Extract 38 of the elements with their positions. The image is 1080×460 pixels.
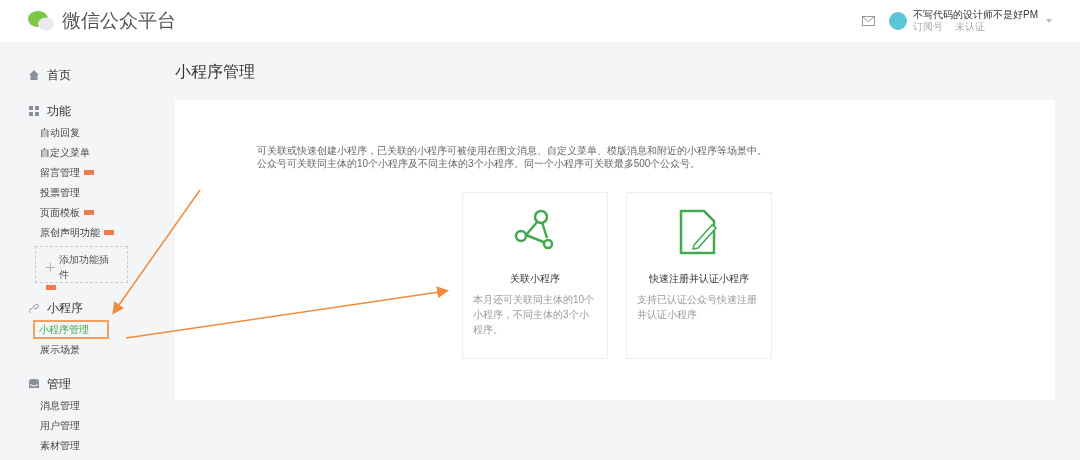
intro-text: 可关联或快速创建小程序，已关联的小程序可被使用在图文消息、自定义菜单、模版消息和附近的小程序等场景中。	[257, 144, 768, 157]
sidebar-item[interactable]: 用户管理	[40, 417, 80, 433]
grid-icon	[28, 105, 40, 117]
card-description: 本月还可关联同主体的10个小程序，不同主体的3个小程序。	[473, 293, 596, 337]
option-card[interactable]: 关联小程序 本月还可关联同主体的10个小程序，不同主体的3个小程序。	[462, 192, 608, 359]
page-title: 小程序管理	[175, 62, 256, 82]
sidebar-item[interactable]: 投票管理	[40, 184, 80, 200]
sidebar-item[interactable]: 素材管理	[40, 437, 80, 453]
sidebar-item[interactable]: 自动回复	[40, 124, 80, 140]
sidebar-item[interactable]: 展示场景	[40, 341, 80, 357]
sidebar-item[interactable]: 留言管理	[40, 164, 80, 180]
mail-icon[interactable]	[862, 16, 875, 26]
link-icon	[28, 302, 40, 314]
account-type: 订阅号	[913, 21, 943, 33]
home-icon	[28, 69, 40, 81]
add-plugin-label: 添加功能插件	[58, 253, 110, 282]
sidebar-item[interactable]: 原创声明功能	[40, 224, 100, 240]
sidebar-section-title[interactable]: 管理	[47, 375, 71, 393]
sidebar-item[interactable]: 自定义菜单	[40, 144, 90, 160]
sidebar-section-title[interactable]: 小程序	[47, 299, 83, 317]
card-title: 快速注册并认证小程序	[649, 272, 749, 286]
inbox-icon	[28, 378, 40, 390]
option-card[interactable]: 快速注册并认证小程序 支持已认证公众号快速注册并认证小程序	[626, 192, 772, 359]
card-description: 支持已认证公众号快速注册并认证小程序	[637, 293, 758, 322]
sidebar-section-title[interactable]: 首页	[47, 66, 71, 84]
sidebar-section-title[interactable]: 功能	[47, 102, 71, 120]
intro-text: 公众号可关联同主体的10个小程序及不同主体的3个小程序。同一个小程序可关联最多500个公众号。	[257, 157, 702, 170]
avatar[interactable]	[889, 12, 907, 30]
plus-icon	[46, 262, 55, 272]
caret-icon[interactable]	[1046, 19, 1052, 23]
account-name[interactable]: 不写代码的设计师不是好PM	[913, 9, 1038, 21]
verify-status: 未认证	[955, 21, 985, 33]
card-title: 关联小程序	[510, 272, 560, 286]
sidebar-item[interactable]: 页面模板	[40, 204, 80, 220]
sidebar-item[interactable]: 消息管理	[40, 397, 80, 413]
document-pen-icon	[679, 209, 719, 255]
logo-icon	[28, 10, 54, 32]
logo-text: 微信公众平台	[62, 8, 176, 33]
